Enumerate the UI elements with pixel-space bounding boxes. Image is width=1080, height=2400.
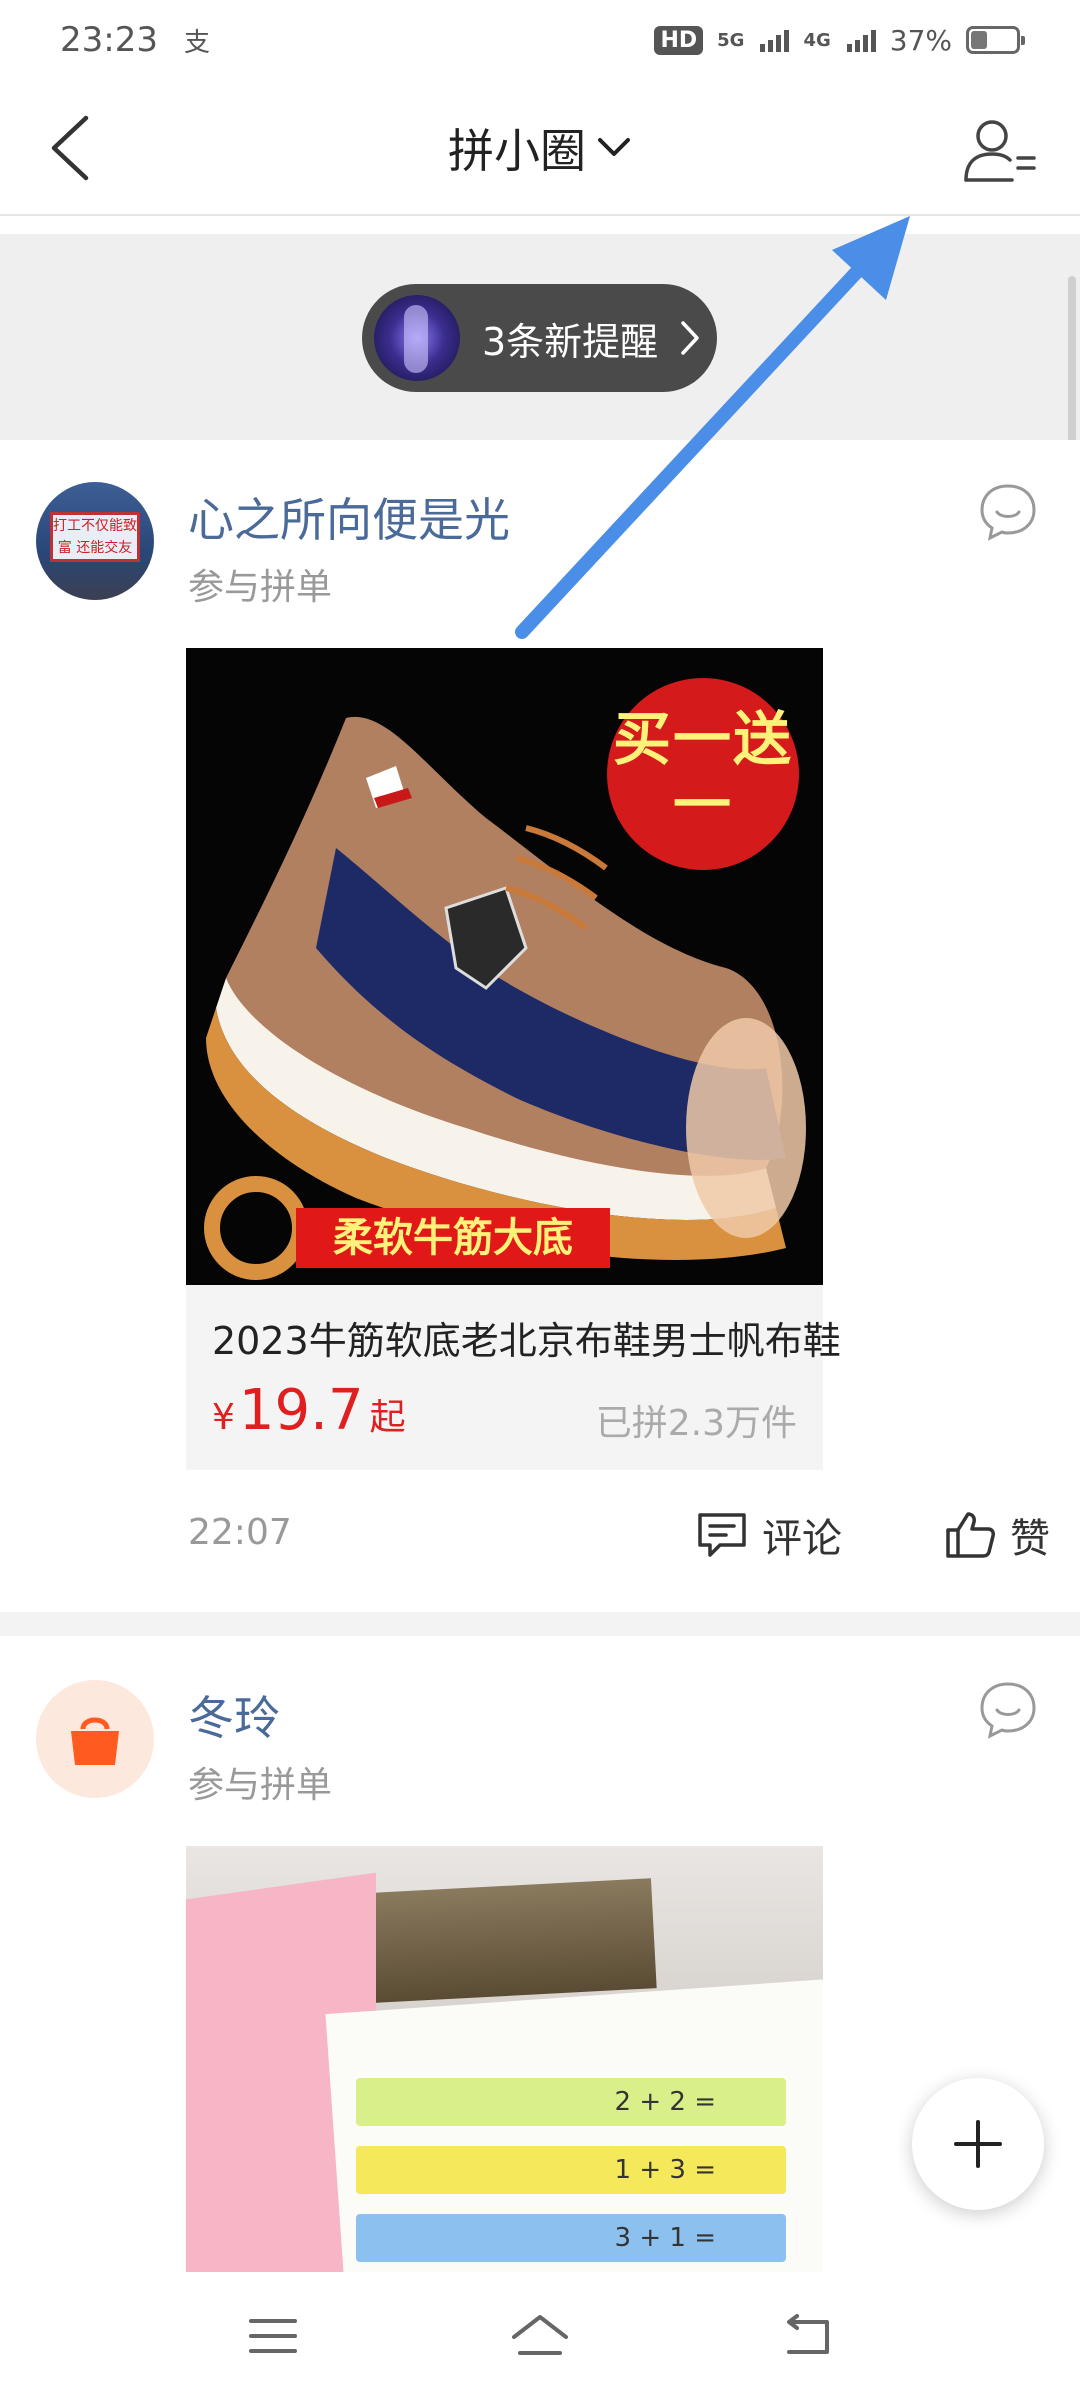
feed-divider — [0, 1612, 1080, 1636]
chevron-down-icon — [598, 138, 630, 156]
like-label: 赞 — [1010, 1516, 1050, 1562]
comment-label: 评论 — [762, 1516, 842, 1562]
chevron-right-icon — [681, 321, 699, 355]
battery-level — [971, 31, 987, 49]
post-time: 22:07 — [188, 1512, 292, 1553]
system-nav-bar — [0, 2272, 1080, 2400]
sold-count: 已拼2.3万件 — [595, 1403, 797, 1444]
product-title: 2023牛筋软底老北京布鞋男士帆布鞋 — [212, 1319, 841, 1363]
network-4g-label: 4G — [803, 29, 831, 51]
chat-bubble-icon[interactable] — [978, 1680, 1038, 1740]
status-bar: 23:23 支 HD 5G 4G 37% — [0, 0, 1080, 80]
feed-post: 冬玲 参与拼单 2 + 2 = 1 + 3 = 3 + 1 = — [0, 1636, 1080, 2272]
book-equation: 1 + 3 = — [614, 2155, 716, 2185]
battery-percent: 37% — [889, 23, 952, 57]
add-post-button[interactable] — [912, 2078, 1044, 2210]
avatar[interactable]: 打工不仅能致富 还能交友娶媳妇 — [36, 482, 154, 600]
profile-list-button[interactable] — [960, 110, 1040, 190]
user-list-icon — [964, 120, 1036, 182]
price-value: 19.7 — [238, 1378, 364, 1443]
app-header: 拼小圈 — [0, 80, 1080, 216]
post-username[interactable]: 冬玲 — [188, 1682, 280, 1748]
battery-icon — [966, 26, 1025, 54]
book-row: 1 + 3 = — [356, 2146, 786, 2194]
reminder-label: 3条新提醒 — [482, 319, 659, 364]
shopping-bag-icon — [71, 1717, 119, 1765]
reminder-band: 3条新提醒 — [0, 234, 1080, 440]
network-5g-label: 5G — [717, 29, 745, 51]
book-row: 3 + 1 = — [356, 2214, 786, 2262]
promo-banner: 柔软牛筋大底 — [296, 1208, 610, 1268]
menu-nav-button[interactable] — [233, 2296, 313, 2376]
home-nav-button[interactable] — [500, 2296, 580, 2376]
menu-icon — [249, 2319, 298, 2353]
stool-image — [351, 1878, 657, 2004]
product-card[interactable]: 2 + 2 = 1 + 3 = 3 + 1 = — [186, 1846, 823, 2272]
comment-icon — [698, 1513, 746, 1557]
alipay-icon: 支 — [183, 27, 210, 58]
chat-bubble-icon[interactable] — [978, 482, 1038, 542]
product-card[interactable]: 买一送一 柔软牛筋大底 2023牛筋软底老北京布鞋男士帆布鞋 ¥ 19.7 起 … — [186, 648, 841, 1470]
post-subtext: 参与拼单 — [188, 567, 333, 608]
avatar-sign-text: 打工不仅能致富 还能交友娶媳妇 — [50, 512, 140, 562]
hd-badge: HD — [654, 25, 704, 55]
status-time: 23:23 — [60, 20, 158, 60]
product-image: 2 + 2 = 1 + 3 = 3 + 1 = — [186, 1846, 823, 2272]
signal-icon — [760, 28, 790, 52]
like-button[interactable]: 赞 — [944, 1506, 1050, 1564]
feed-post: 打工不仅能致富 还能交友娶媳妇 心之所向便是光 参与拼单 买一送一 柔软牛筋大底… — [0, 440, 1080, 1612]
book-equation: 2 + 2 = — [614, 2087, 716, 2117]
new-reminders-button[interactable]: 3条新提醒 — [362, 284, 717, 392]
return-icon — [786, 2314, 829, 2354]
price-currency: ¥ — [212, 1397, 235, 1438]
product-price: ¥ 19.7 起 — [212, 1378, 406, 1443]
reminder-avatar — [374, 295, 460, 381]
back-nav-button[interactable] — [767, 2296, 847, 2376]
page-title: 拼小圈 — [448, 124, 586, 178]
signal-icon — [846, 28, 876, 52]
thumbs-up-icon — [946, 1512, 995, 1558]
book-equation: 3 + 1 = — [614, 2223, 716, 2253]
price-suffix: 起 — [369, 1397, 406, 1438]
promo-badge: 买一送一 — [607, 678, 799, 870]
plus-icon — [954, 2120, 1002, 2168]
home-icon — [511, 2315, 568, 2355]
avatar[interactable] — [36, 1680, 154, 1798]
product-image: 买一送一 柔软牛筋大底 — [186, 648, 823, 1285]
book-row: 2 + 2 = — [356, 2078, 786, 2126]
comment-button[interactable]: 评论 — [696, 1506, 842, 1564]
title-dropdown[interactable]: 拼小圈 — [0, 80, 1080, 216]
post-username[interactable]: 心之所向便是光 — [188, 484, 510, 550]
post-subtext: 参与拼单 — [188, 1765, 333, 1806]
